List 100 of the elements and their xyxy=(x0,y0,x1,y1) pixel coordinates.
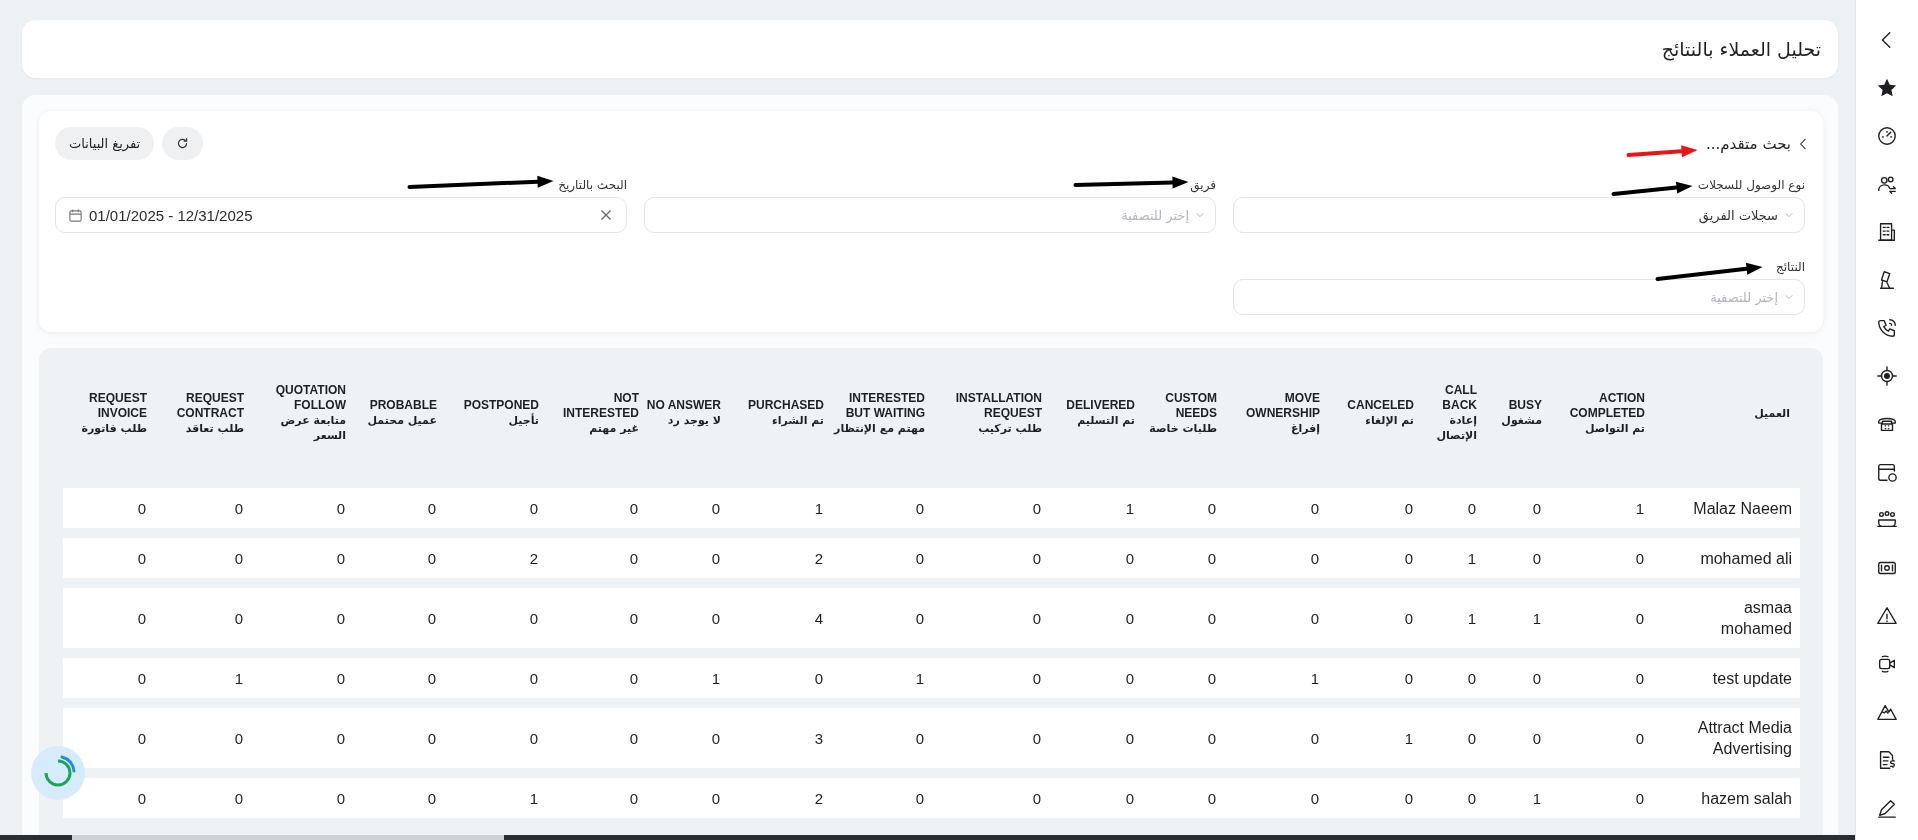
table-cell-text: 0 xyxy=(1403,669,1414,687)
table-cell-text: 0 xyxy=(628,549,639,567)
table-cell-text: 0 xyxy=(136,609,147,627)
table-cell-text: 0 xyxy=(426,789,437,807)
table-cell-text: 0 xyxy=(710,549,721,567)
table-cell-text: 2 xyxy=(813,789,824,807)
table-cell-text: 0 xyxy=(426,499,437,517)
table-cell-text: 0 xyxy=(136,499,147,517)
filter-label: البحث بالتاريخ xyxy=(558,177,627,194)
table-cell-text: 0 xyxy=(1031,549,1042,567)
table-cell-text: 0 xyxy=(628,789,639,807)
table-cell-text: 0 xyxy=(628,609,639,627)
table-cell-text: 0 xyxy=(335,499,346,517)
table-cell-text: 0 xyxy=(1124,669,1135,687)
table-cell-text: 0 xyxy=(710,789,721,807)
table-cell-text: 0 xyxy=(1531,729,1542,747)
customer-name: Malaz Naeem xyxy=(1692,498,1793,519)
table-cell-text: 0 xyxy=(914,549,925,567)
table-cell-text: 1 xyxy=(1466,609,1477,627)
table-cell-text: 0 xyxy=(1403,549,1414,567)
column-header: العميل xyxy=(1753,405,1791,421)
table-cell-text: 0 xyxy=(628,499,639,517)
page-title: تحليل العملاء بالنتائج xyxy=(1661,38,1821,60)
table-cell-text: 1 xyxy=(813,499,824,517)
table-cell-text: 2 xyxy=(528,549,539,567)
table-cell-text: 0 xyxy=(1634,729,1645,747)
date-range-field[interactable]: 01/01/2025 - 12/31/2025 xyxy=(55,197,627,233)
table-cell-text: 0 xyxy=(233,729,244,747)
table-cell-text: 0 xyxy=(628,669,639,687)
table-cell-text: 0 xyxy=(528,499,539,517)
table-cell-text: 0 xyxy=(528,669,539,687)
table-cell-text: 0 xyxy=(710,499,721,517)
table-cell-text: 0 xyxy=(813,669,824,687)
table-cell-text: 0 xyxy=(1634,549,1645,567)
table-cell-text: 0 xyxy=(1124,549,1135,567)
table-cell-text: 0 xyxy=(1124,789,1135,807)
table-cell-text: 1 xyxy=(1124,499,1135,517)
table-cell-text: 0 xyxy=(1531,669,1542,687)
table-cell-text: 0 xyxy=(710,609,721,627)
table-cell-text: 0 xyxy=(1309,789,1320,807)
table-cell-text: 0 xyxy=(628,729,639,747)
table-cell-text: 1 xyxy=(914,669,925,687)
table-cell-text: 1 xyxy=(1634,499,1645,517)
table-cell-text: 1 xyxy=(1309,669,1320,687)
table-cell-text: 0 xyxy=(1206,549,1217,567)
table-cell-text: 0 xyxy=(426,669,437,687)
table-cell-text: 0 xyxy=(233,499,244,517)
table-cell-text: 1 xyxy=(710,669,721,687)
customer-name: mohamed ali xyxy=(1699,548,1793,569)
customer-name: Attract Media Advertising xyxy=(1696,718,1793,759)
table-cell-text: 4 xyxy=(813,609,824,627)
table-cell-text: 0 xyxy=(914,609,925,627)
table-cell-text: 0 xyxy=(1309,549,1320,567)
table-cell-text: 0 xyxy=(1466,499,1477,517)
table-cell-text: 0 xyxy=(1031,499,1042,517)
table-cell-text: 0 xyxy=(914,499,925,517)
table-cell-text: 0 xyxy=(1403,499,1414,517)
table-cell-text: 0 xyxy=(335,609,346,627)
table-cell-text: 1 xyxy=(1466,549,1477,567)
table-cell-text: 0 xyxy=(426,549,437,567)
table-cell-text: 0 xyxy=(1634,609,1645,627)
clear-data-button[interactable]: تفريغ البيانات xyxy=(55,127,155,160)
table-cell-text: 1 xyxy=(1531,609,1542,627)
table-cell-text: 0 xyxy=(1466,669,1477,687)
table-cell-text: 0 xyxy=(710,729,721,747)
table-cell-text: 0 xyxy=(1309,499,1320,517)
table-cell-text: 0 xyxy=(136,549,147,567)
table-cell-text: 0 xyxy=(528,609,539,627)
table-cell-text: 1 xyxy=(233,669,244,687)
table-cell-text: 0 xyxy=(233,549,244,567)
table-cell-text: 0 xyxy=(1466,789,1477,807)
table-cell-text: 0 xyxy=(426,609,437,627)
customer-name: test update xyxy=(1711,668,1793,689)
table-cell-text: 0 xyxy=(1309,609,1320,627)
table-cell-text: 2 xyxy=(813,549,824,567)
table-cell-text: 0 xyxy=(1634,669,1645,687)
table-cell-text: 0 xyxy=(528,729,539,747)
table-cell-text: 0 xyxy=(335,729,346,747)
customer-name: asmaa mohamed xyxy=(1719,598,1793,639)
table-cell-text: 0 xyxy=(1031,669,1042,687)
table-cell-text: 0 xyxy=(914,789,925,807)
table-cell-text: 1 xyxy=(1531,789,1542,807)
table-cell-text: 0 xyxy=(1206,609,1217,627)
filter-label: النتائج xyxy=(1776,259,1805,276)
table-cell-text: 0 xyxy=(1206,729,1217,747)
select-field[interactable]: سجلات الفريق xyxy=(1233,197,1805,233)
filter-label: نوع الوصول للسجلات xyxy=(1697,177,1805,194)
table-cell-text: 0 xyxy=(233,789,244,807)
table-cell-text: 0 xyxy=(136,669,147,687)
customer-name: hazem salah xyxy=(1700,788,1793,809)
table-cell-text: 0 xyxy=(1206,669,1217,687)
table-cell-text: 0 xyxy=(1031,609,1042,627)
advanced-search-title[interactable]: بحث متقدم... xyxy=(1706,134,1791,153)
table-cell-text: 0 xyxy=(1031,729,1042,747)
table-cell-text: 0 xyxy=(136,789,147,807)
table-cell-text: 0 xyxy=(1124,729,1135,747)
table-cell-text: 0 xyxy=(1403,609,1414,627)
table-cell-text: 0 xyxy=(1206,499,1217,517)
table-cell-text: 0 xyxy=(1403,789,1414,807)
table-cell-text: 0 xyxy=(335,789,346,807)
